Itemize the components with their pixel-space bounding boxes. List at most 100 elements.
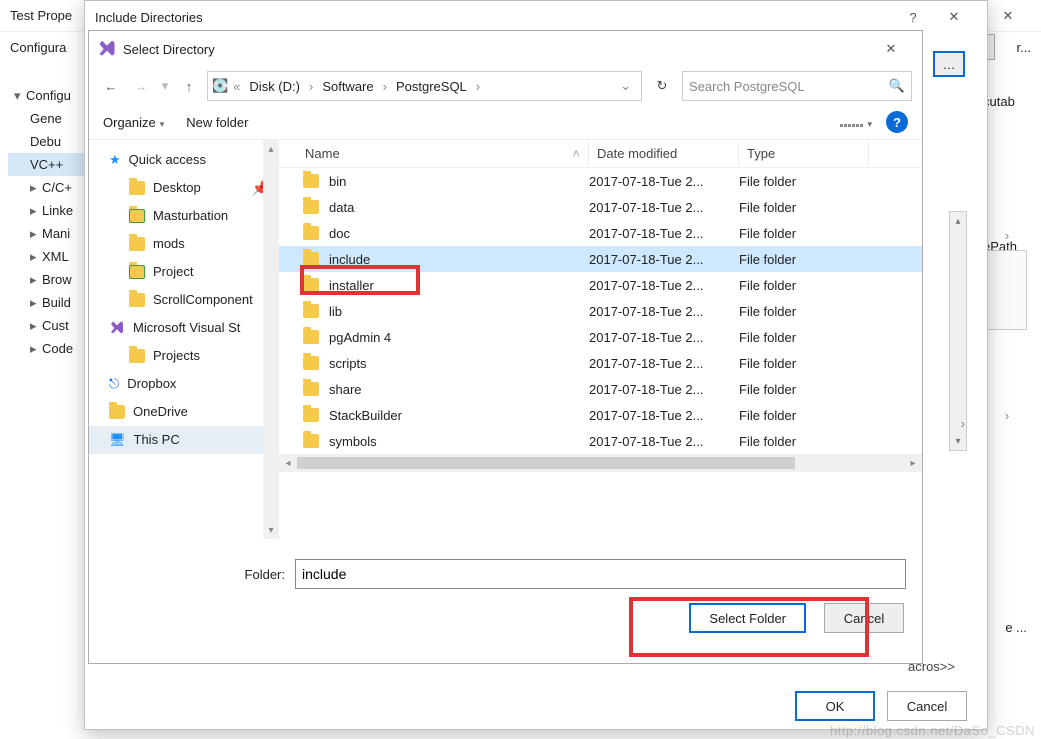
row-name: data: [329, 200, 354, 215]
close-button[interactable]: ✕: [868, 35, 914, 63]
disk-icon: 💽: [212, 78, 228, 94]
nav-item-quick-access[interactable]: ★Quick access: [89, 146, 279, 174]
scroll-down-icon[interactable]: ▾: [950, 432, 966, 450]
row-date: 2017-07-18-Tue 2...: [589, 304, 739, 319]
cancel-button[interactable]: Cancel: [887, 691, 967, 721]
scroll-left-icon[interactable]: ◂: [279, 458, 297, 469]
search-input[interactable]: Search PostgreSQL 🔍: [682, 71, 912, 101]
address-bar[interactable]: 💽 « Disk (D:) › Software › PostgreSQL › …: [207, 71, 642, 101]
nav-item-projects[interactable]: Projects: [89, 342, 279, 370]
crumb-disk[interactable]: Disk (D:): [245, 79, 304, 94]
cancel-button[interactable]: Cancel: [824, 603, 904, 633]
col-name[interactable]: Name˄: [279, 140, 589, 167]
folder-row-pgadmin-4[interactable]: pgAdmin 42017-07-18-Tue 2...File folder: [279, 324, 922, 350]
crumb-postgresql[interactable]: PostgreSQL: [392, 79, 471, 94]
refresh-button[interactable]: ↻: [648, 72, 676, 100]
scroll-up-icon[interactable]: ▴: [263, 140, 279, 158]
chevron-right-icon: ›: [307, 79, 315, 94]
chevron-down-icon: ▾: [863, 119, 872, 129]
configuration-label: Configura: [10, 40, 66, 55]
nav-item-scrollcomponent[interactable]: ScrollComponent: [89, 286, 279, 314]
folder-icon: [303, 408, 319, 422]
folder-row-include[interactable]: include2017-07-18-Tue 2...File folder: [279, 246, 922, 272]
folder-row-symbols[interactable]: symbols2017-07-18-Tue 2...File folder: [279, 428, 922, 454]
row-name: bin: [329, 174, 346, 189]
search-placeholder: Search PostgreSQL: [689, 79, 889, 94]
help-button[interactable]: ?: [886, 111, 908, 133]
nav-pane[interactable]: ★Quick accessDesktop📌MasturbationmodsPro…: [89, 140, 279, 539]
organize-menu[interactable]: Organize▾: [103, 115, 164, 130]
ok-button[interactable]: OK: [795, 691, 875, 721]
folder-icon: [303, 434, 319, 448]
row-type: File folder: [739, 304, 869, 319]
row-name: doc: [329, 226, 350, 241]
back-button[interactable]: ←: [99, 74, 123, 98]
nav-item-microsoft-visual-st[interactable]: Microsoft Visual St: [89, 314, 279, 342]
ellipsis-button[interactable]: …: [933, 51, 965, 77]
watermark: http://blog.csdn.net/DaSo_CSDN: [830, 723, 1035, 738]
nav-item-onedrive[interactable]: OneDrive: [89, 398, 279, 426]
row-date: 2017-07-18-Tue 2...: [589, 252, 739, 267]
new-folder-button[interactable]: New folder: [186, 115, 248, 130]
scroll-up-icon[interactable]: ▴: [950, 212, 966, 230]
folder-label: Folder:: [105, 567, 285, 582]
row-date: 2017-07-18-Tue 2...: [589, 356, 739, 371]
help-button[interactable]: ?: [895, 3, 931, 31]
row-name: scripts: [329, 356, 367, 371]
select-folder-button[interactable]: Select Folder: [689, 603, 806, 633]
up-button[interactable]: ↑: [177, 74, 201, 98]
folder-row-installer[interactable]: installer2017-07-18-Tue 2...File folder: [279, 272, 922, 298]
folder-icon: [303, 200, 319, 214]
nav-item-this-pc[interactable]: 🖥This PC: [89, 426, 279, 454]
r-text: r...: [1017, 40, 1031, 55]
view-button[interactable]: ▾: [840, 115, 872, 130]
col-type[interactable]: Type: [739, 140, 869, 167]
horizontal-scrollbar[interactable]: ◂ ▸: [279, 454, 922, 472]
scroll-right-icon[interactable]: ▸: [904, 458, 922, 469]
row-type: File folder: [739, 434, 869, 449]
chevron-left-icon: «: [231, 79, 242, 94]
row-name: pgAdmin 4: [329, 330, 391, 345]
recent-dropdown[interactable]: ▾: [159, 74, 171, 98]
nav-item-project[interactable]: Project: [89, 258, 279, 286]
scroll-thumb[interactable]: [297, 457, 795, 469]
close-button[interactable]: ✕: [931, 3, 977, 31]
folder-row-stackbuilder[interactable]: StackBuilder2017-07-18-Tue 2...File fold…: [279, 402, 922, 428]
row-type: File folder: [739, 278, 869, 293]
row-type: File folder: [739, 200, 869, 215]
address-dropdown[interactable]: ⌄: [614, 78, 637, 94]
row-date: 2017-07-18-Tue 2...: [589, 408, 739, 423]
row-type: File folder: [739, 382, 869, 397]
forward-button[interactable]: →: [129, 74, 153, 98]
folder-row-bin[interactable]: bin2017-07-18-Tue 2...File folder: [279, 168, 922, 194]
executab-label: cutab: [983, 94, 1027, 109]
scrollbar[interactable]: ▴ ▾: [949, 211, 967, 451]
crumb-software[interactable]: Software: [318, 79, 377, 94]
row-date: 2017-07-18-Tue 2...: [589, 382, 739, 397]
close-button[interactable]: ✕: [985, 2, 1031, 30]
folder-icon: [303, 304, 319, 318]
scroll-down-icon[interactable]: ▾: [263, 521, 279, 539]
folder-input[interactable]: [295, 559, 906, 589]
folder-icon: [303, 252, 319, 266]
folder-row-data[interactable]: data2017-07-18-Tue 2...File folder: [279, 194, 922, 220]
folder-row-doc[interactable]: doc2017-07-18-Tue 2...File folder: [279, 220, 922, 246]
nav-item-masturbation[interactable]: Masturbation: [89, 202, 279, 230]
chevron-right-icon: ›: [381, 79, 389, 94]
nav-scrollbar[interactable]: ▴ ▾: [263, 140, 279, 539]
nav-item-desktop[interactable]: Desktop📌: [89, 174, 279, 202]
chevron-right-icon: ›: [474, 79, 482, 94]
nav-item-dropbox[interactable]: ⎋Dropbox: [89, 370, 279, 398]
folder-row-lib[interactable]: lib2017-07-18-Tue 2...File folder: [279, 298, 922, 324]
row-name: symbols: [329, 434, 377, 449]
row-name: installer: [329, 278, 374, 293]
row-name: share: [329, 382, 362, 397]
col-date[interactable]: Date modified: [589, 140, 739, 167]
column-headers[interactable]: Name˄ Date modified Type: [279, 140, 922, 168]
view-icon: [840, 124, 863, 127]
nav-item-mods[interactable]: mods: [89, 230, 279, 258]
folder-row-scripts[interactable]: scripts2017-07-18-Tue 2...File folder: [279, 350, 922, 376]
row-type: File folder: [739, 226, 869, 241]
folder-icon: [303, 356, 319, 370]
folder-row-share[interactable]: share 2017-07-18-Tue 2...File folder: [279, 376, 922, 402]
